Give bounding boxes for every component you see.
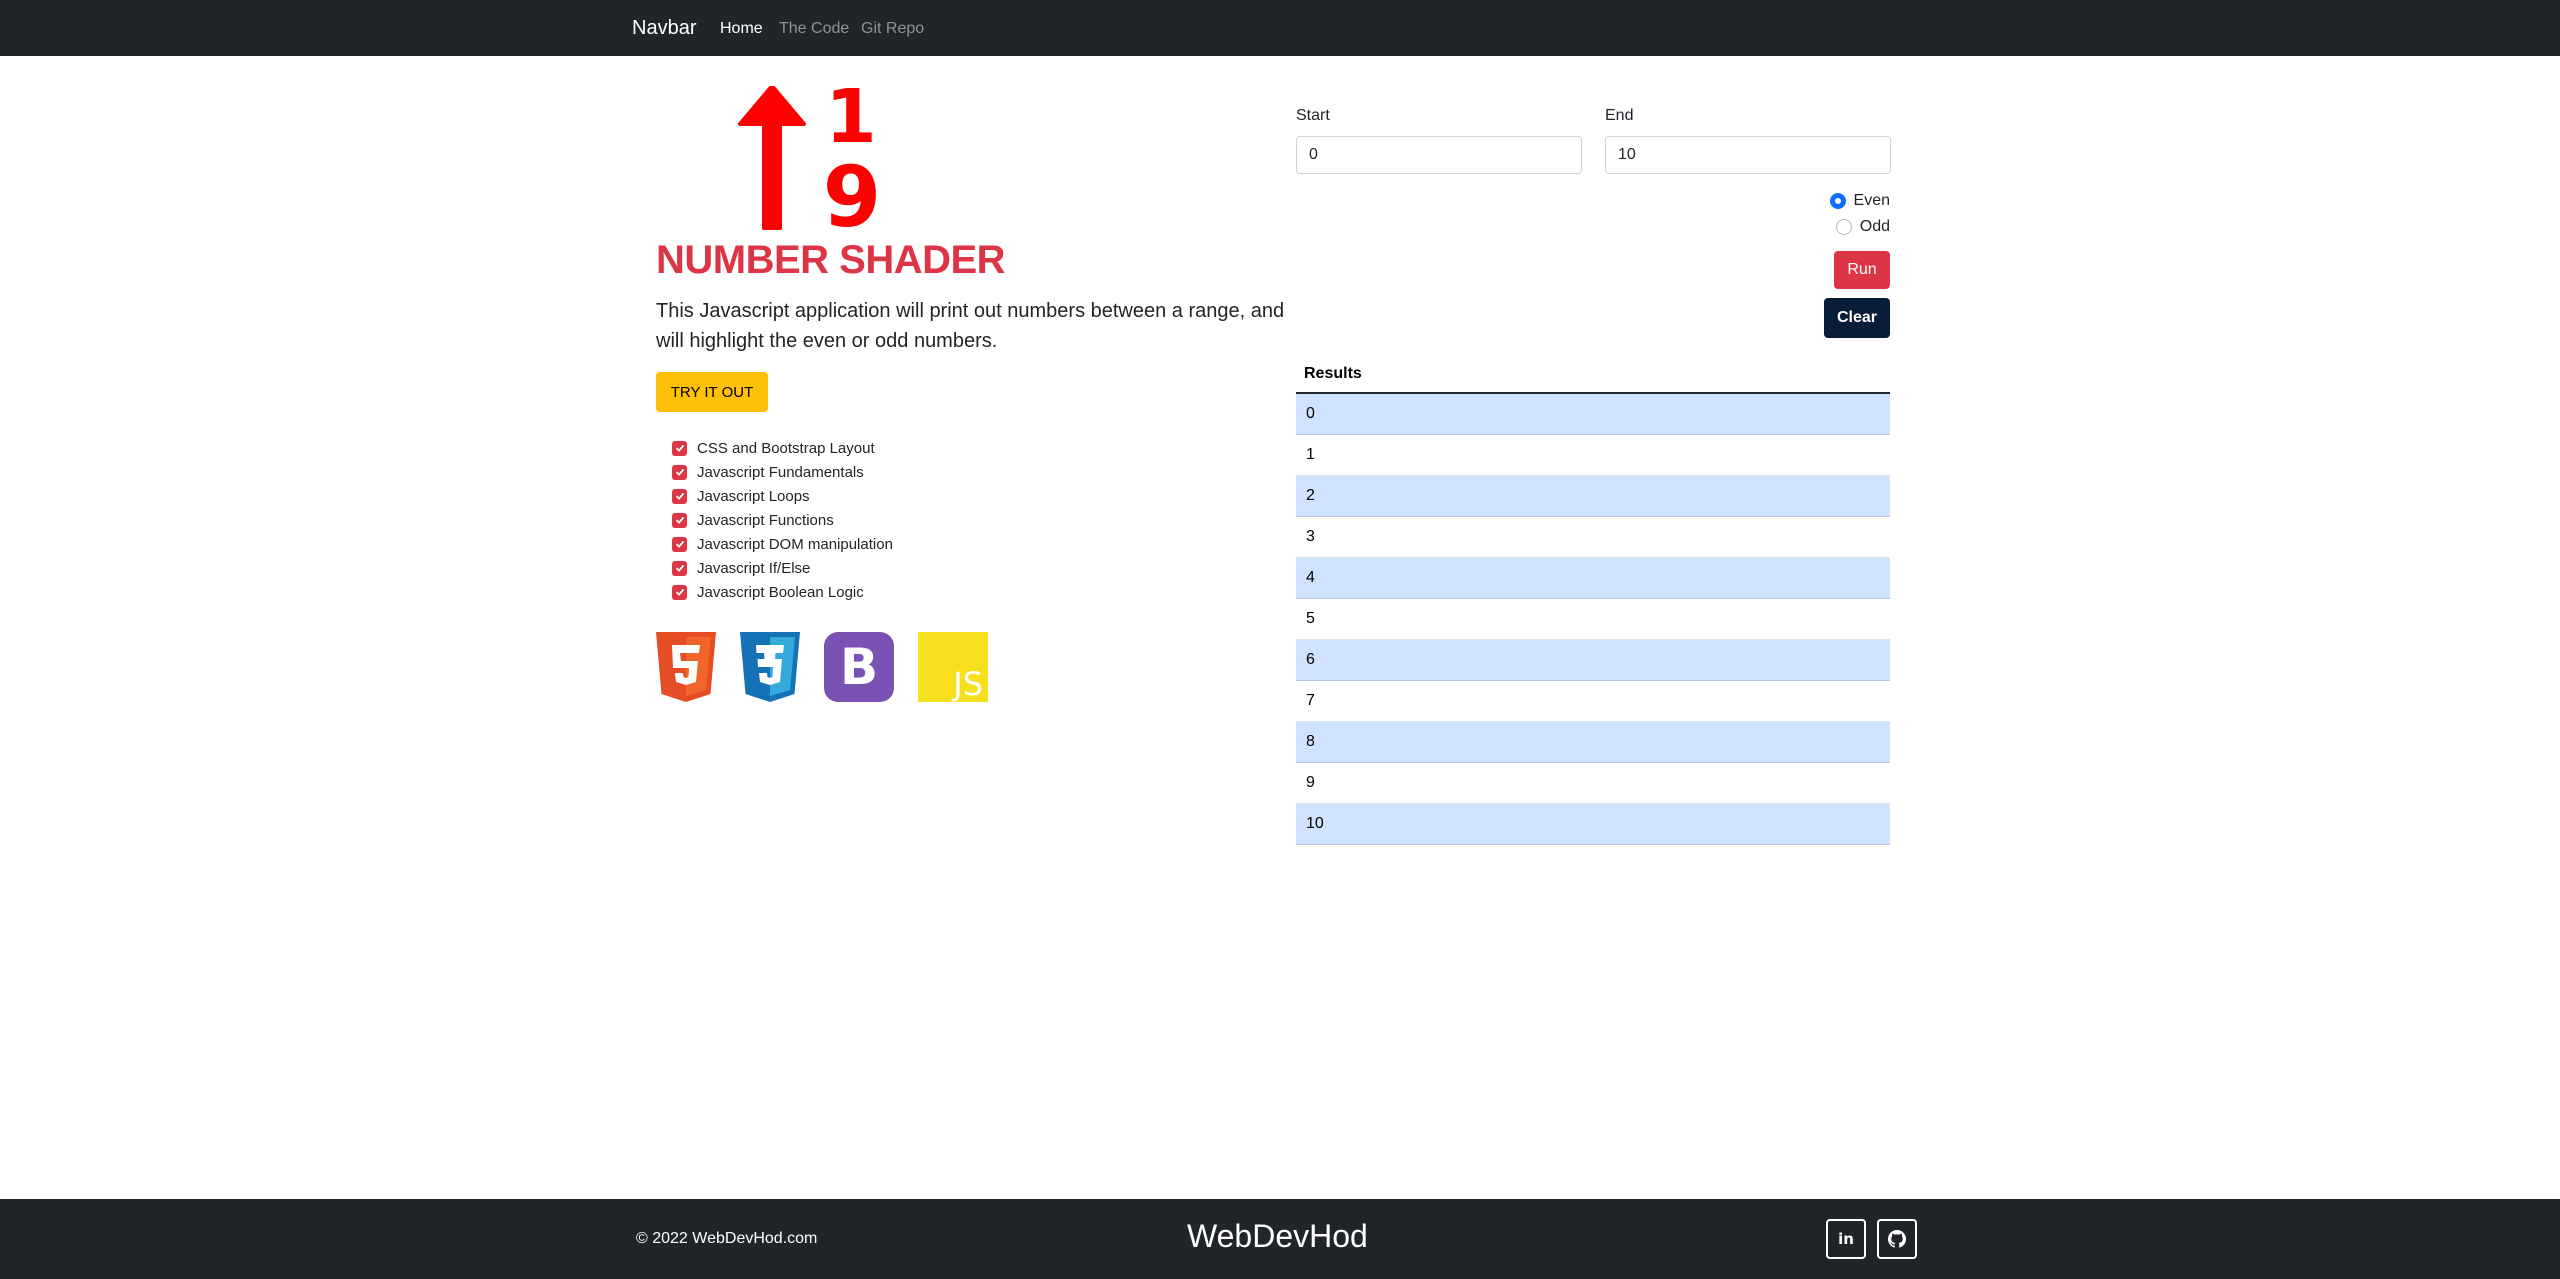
page-title: NUMBER SHADER xyxy=(656,238,1006,282)
linkedin-icon[interactable]: in xyxy=(1826,1219,1866,1259)
bootstrap-icon: B xyxy=(824,632,894,702)
checkbox-checked-icon xyxy=(672,536,687,552)
skills-list: CSS and Bootstrap Layout Javascript Fund… xyxy=(672,436,893,604)
skill-label: CSS and Bootstrap Layout xyxy=(697,439,875,457)
radio-unselected-icon[interactable] xyxy=(1835,219,1852,235)
skill-item: Javascript Fundamentals xyxy=(672,460,893,484)
table-row: 7 xyxy=(1296,681,1890,722)
results-header: Results xyxy=(1296,356,1890,394)
skill-label: Javascript Boolean Logic xyxy=(697,583,864,601)
skill-label: Javascript Functions xyxy=(697,511,834,529)
radio-selected-icon[interactable] xyxy=(1829,193,1846,209)
table-row: 5 xyxy=(1296,599,1890,640)
checkbox-checked-icon xyxy=(672,560,687,576)
end-label: End xyxy=(1605,107,1634,124)
footer-brand[interactable]: WebDevHod xyxy=(1187,1218,1368,1255)
radio-even[interactable]: Even xyxy=(1829,192,1890,210)
radio-odd[interactable]: Odd xyxy=(1835,218,1890,236)
start-label: Start xyxy=(1296,107,1330,124)
footer: © 2022 WebDevHod.com WebDevHod in xyxy=(0,1199,2560,1279)
skill-label: Javascript If/Else xyxy=(697,559,811,577)
skill-item: Javascript DOM manipulation xyxy=(672,532,893,556)
table-row: 8 xyxy=(1296,722,1890,763)
logo-digit-bottom: 9 xyxy=(823,148,881,232)
try-it-out-button[interactable]: TRY IT OUT xyxy=(656,372,768,412)
skill-label: Javascript Fundamentals xyxy=(697,463,864,481)
css3-icon xyxy=(740,632,800,702)
skill-item: CSS and Bootstrap Layout xyxy=(672,436,893,460)
javascript-icon: JS xyxy=(918,632,988,702)
table-row: 6 xyxy=(1296,640,1890,681)
checkbox-checked-icon xyxy=(672,584,687,600)
start-input[interactable] xyxy=(1296,136,1582,174)
github-icon[interactable] xyxy=(1877,1219,1917,1259)
end-input[interactable] xyxy=(1605,136,1891,174)
html5-icon xyxy=(656,632,716,702)
skill-item: Javascript Boolean Logic xyxy=(672,580,893,604)
table-row: 0 xyxy=(1296,394,1890,435)
skill-item: Javascript Loops xyxy=(672,484,893,508)
table-row: 1 xyxy=(1296,435,1890,476)
navbar-brand[interactable]: Navbar xyxy=(632,17,696,40)
skill-label: Javascript Loops xyxy=(697,487,810,505)
skill-item: Javascript If/Else xyxy=(672,556,893,580)
results-table: Results 0 1 2 3 4 5 6 7 8 9 10 xyxy=(1296,356,1890,845)
copyright-text: © 2022 WebDevHod.com xyxy=(636,1230,818,1247)
table-row: 4 xyxy=(1296,558,1890,599)
app-description: This Javascript application will print o… xyxy=(656,300,1285,352)
radio-even-label: Even xyxy=(1853,192,1890,209)
skill-item: Javascript Functions xyxy=(672,508,893,532)
svg-text:JS: JS xyxy=(951,665,983,702)
run-button[interactable]: Run xyxy=(1834,251,1890,289)
nav-link-the-code[interactable]: The Code xyxy=(779,20,849,38)
checkbox-checked-icon xyxy=(672,464,687,480)
number-shader-logo-icon: 1 9 xyxy=(738,86,881,232)
svg-text:B: B xyxy=(840,638,878,696)
nav-link-git-repo[interactable]: Git Repo xyxy=(861,20,924,38)
radio-odd-label: Odd xyxy=(1859,218,1890,235)
clear-button[interactable]: Clear xyxy=(1824,298,1890,338)
skill-label: Javascript DOM manipulation xyxy=(697,535,893,553)
checkbox-checked-icon xyxy=(672,512,687,528)
table-row: 9 xyxy=(1296,763,1890,804)
table-row: 2 xyxy=(1296,476,1890,517)
table-row: 10 xyxy=(1296,804,1890,845)
checkbox-checked-icon xyxy=(672,440,687,456)
nav-link-home[interactable]: Home xyxy=(720,20,763,38)
navbar: Navbar Home The Code Git Repo xyxy=(0,0,2560,56)
table-row: 3 xyxy=(1296,517,1890,558)
checkbox-checked-icon xyxy=(672,488,687,504)
